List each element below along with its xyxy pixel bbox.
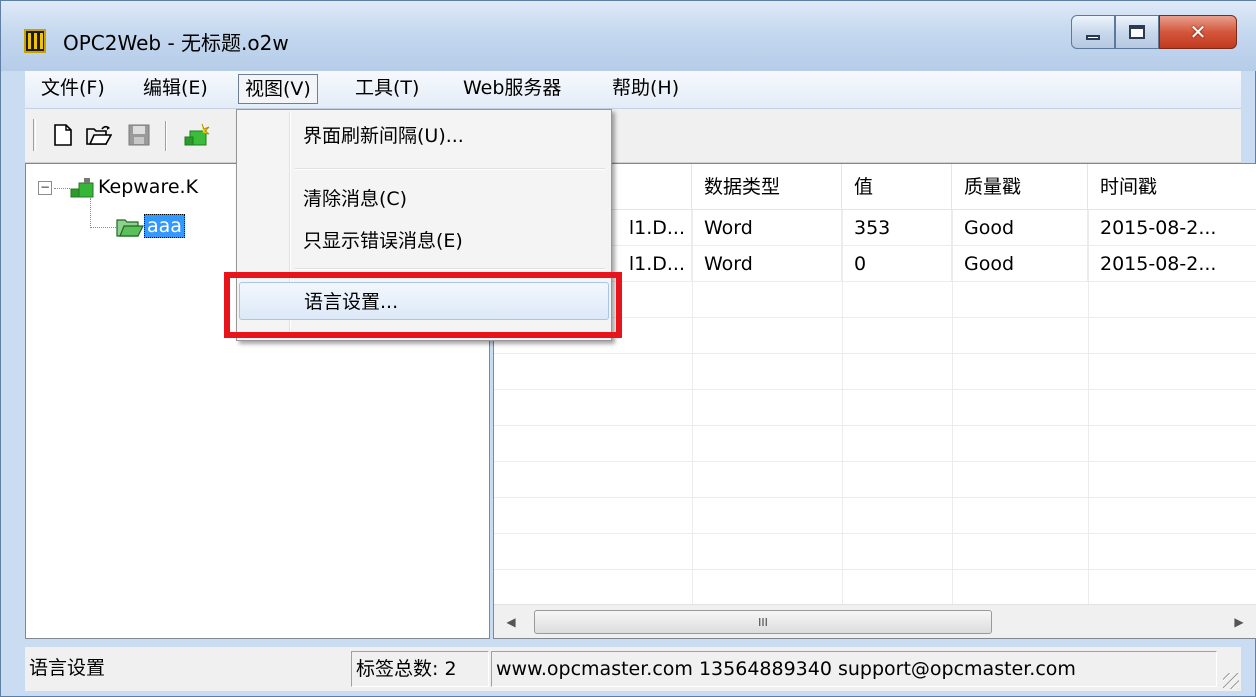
cell-quality: Good — [952, 246, 1088, 282]
menu-help[interactable]: 帮助(H) — [606, 74, 685, 104]
empty-row — [494, 390, 1256, 426]
empty-row — [494, 462, 1256, 498]
app-window: OPC2Web - 无标题.o2w ✕ 文件(F) 编辑(E) 视图(V) 工具… — [0, 0, 1256, 697]
cell-quality: Good — [952, 210, 1088, 246]
menu-bar: 文件(F) 编辑(E) 视图(V) 工具(T) Web服务器 帮助(H) — [25, 71, 1241, 109]
empty-row — [494, 354, 1256, 390]
menu-item-clear-messages[interactable]: 清除消息(C) — [239, 180, 609, 218]
grip-icon: III — [758, 615, 768, 629]
cell-timestamp: 2015-08-2... — [1100, 253, 1217, 275]
title-bar[interactable]: OPC2Web - 无标题.o2w ✕ — [1, 1, 1256, 71]
annotation-highlight-box — [224, 272, 622, 338]
tree-node-group[interactable]: aaa — [144, 214, 185, 238]
column-divider — [842, 210, 843, 606]
minimize-button[interactable] — [1071, 15, 1115, 49]
menu-item-refresh-interval[interactable]: 界面刷新间隔(U)... — [239, 117, 609, 155]
add-server-button[interactable] — [183, 121, 211, 149]
menu-web-server[interactable]: Web服务器 — [457, 74, 567, 104]
cell-value: 0 — [842, 246, 952, 282]
new-file-icon — [54, 124, 72, 146]
column-header-quality[interactable]: 质量戳 — [952, 164, 1088, 210]
menu-edit[interactable]: 编辑(E) — [137, 74, 214, 104]
menu-separator — [295, 268, 605, 270]
opc-server-icon — [70, 177, 94, 198]
column-header-timestamp[interactable]: 时间戳 — [1088, 164, 1256, 210]
status-message: 语言设置 — [29, 657, 106, 679]
menu-file[interactable]: 文件(F) — [35, 74, 111, 104]
cell-timestamp: 2015-08-2... — [1100, 217, 1217, 239]
menu-item-errors-only[interactable]: 只显示错误消息(E) — [239, 222, 609, 260]
tree-line — [54, 188, 70, 189]
scroll-right-icon[interactable]: ▶ — [1222, 605, 1256, 638]
tree-node-root[interactable]: Kepware.K — [98, 176, 198, 198]
empty-row — [494, 498, 1256, 534]
new-file-button[interactable] — [49, 121, 77, 149]
tree-line — [90, 198, 91, 228]
empty-row — [494, 426, 1256, 462]
status-bar: 语言设置 标签总数: 2 www.opcmaster.com 135648893… — [25, 647, 1241, 691]
horizontal-scrollbar[interactable]: ◀ III ▶ — [494, 604, 1256, 638]
column-divider — [1088, 210, 1089, 606]
column-header-datatype[interactable]: 数据类型 — [692, 164, 842, 210]
cell-value: 353 — [842, 210, 952, 246]
resize-grip-icon[interactable] — [1223, 673, 1239, 689]
close-icon: ✕ — [1189, 20, 1207, 44]
tree-line — [90, 227, 116, 228]
column-header-value[interactable]: 值 — [842, 164, 952, 210]
window-title: OPC2Web - 无标题.o2w — [63, 31, 289, 55]
close-button[interactable]: ✕ — [1159, 15, 1237, 49]
cell-datatype: Word — [692, 210, 842, 246]
open-file-button[interactable] — [85, 121, 113, 149]
status-tag-count: 标签总数: 2 — [351, 651, 489, 687]
column-divider — [952, 210, 953, 606]
empty-row — [494, 570, 1256, 606]
server-connect-icon — [184, 123, 210, 146]
menu-tools[interactable]: 工具(T) — [349, 74, 425, 104]
cell-datatype: Word — [692, 246, 842, 282]
toolbar — [25, 109, 1241, 163]
minimize-icon — [1086, 34, 1100, 40]
collapse-icon[interactable]: − — [38, 181, 52, 195]
menu-view[interactable]: 视图(V) — [238, 74, 318, 104]
toolbar-grip[interactable] — [33, 119, 36, 151]
app-icon — [24, 29, 46, 53]
maximize-icon — [1129, 25, 1145, 39]
status-contact: www.opcmaster.com 13564889340 support@op… — [491, 651, 1217, 687]
menu-separator — [295, 168, 605, 170]
maximize-button[interactable] — [1115, 15, 1159, 49]
scroll-thumb[interactable]: III — [534, 610, 992, 634]
save-button[interactable] — [125, 121, 153, 149]
column-divider — [692, 210, 693, 606]
toolbar-separator — [165, 121, 167, 151]
open-folder-icon — [86, 125, 112, 145]
folder-icon — [116, 216, 144, 237]
scroll-left-icon[interactable]: ◀ — [494, 605, 528, 638]
caption-buttons: ✕ — [1071, 15, 1237, 49]
save-icon — [128, 124, 150, 146]
empty-row — [494, 534, 1256, 570]
